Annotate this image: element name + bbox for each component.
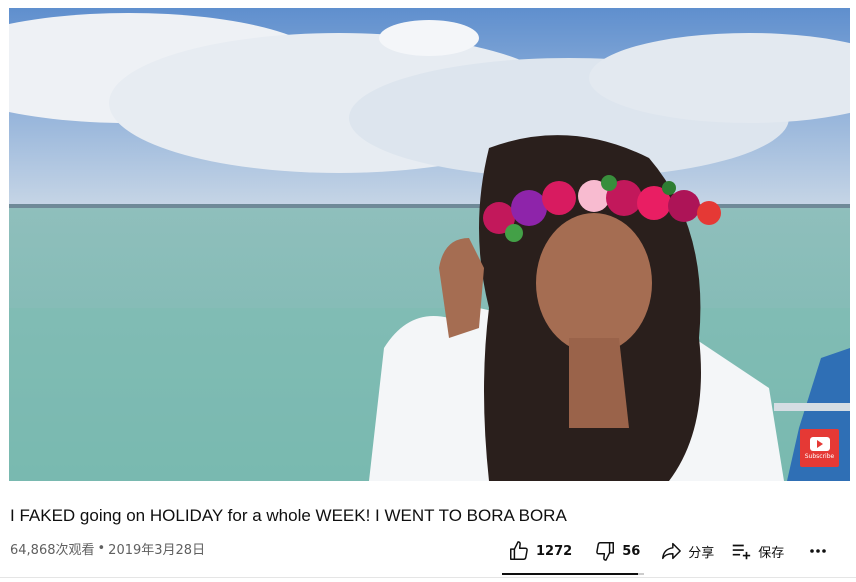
share-icon (662, 542, 682, 560)
save-label: 保存 (758, 545, 785, 561)
video-meta: 64,868次观看 • 2019年3月28日 (10, 539, 205, 558)
action-bar: 1272 56 分享 保存 (502, 537, 828, 565)
video-frame (9, 8, 850, 481)
save-button[interactable]: 保存 (730, 537, 784, 565)
share-button[interactable]: 分享 (660, 537, 714, 565)
dislike-count: 56 (622, 543, 641, 559)
thumbs-down-icon (596, 542, 615, 561)
watermark-text: Subscribe (804, 452, 835, 460)
sentiment-bar (502, 573, 644, 575)
meta-separator: • (97, 541, 106, 556)
dislike-button[interactable]: 56 (594, 537, 640, 565)
video-title: I FAKED going on HOLIDAY for a whole WEE… (10, 506, 567, 525)
youtube-logo-icon (809, 436, 830, 451)
video-player[interactable]: Subscribe (9, 8, 850, 481)
view-count: 64,868次观看 (10, 543, 95, 558)
divider (0, 577, 856, 578)
more-icon (810, 549, 827, 553)
save-playlist-icon (733, 544, 751, 560)
share-label: 分享 (688, 545, 715, 561)
like-count: 1272 (536, 543, 573, 559)
sentiment-bar-fill (502, 573, 639, 575)
upload-date: 2019年3月28日 (108, 543, 206, 558)
subscribe-watermark[interactable]: Subscribe (800, 429, 839, 467)
more-actions-button[interactable] (808, 537, 828, 565)
like-button[interactable]: 1272 (508, 537, 572, 565)
thumbs-up-icon (510, 541, 528, 560)
